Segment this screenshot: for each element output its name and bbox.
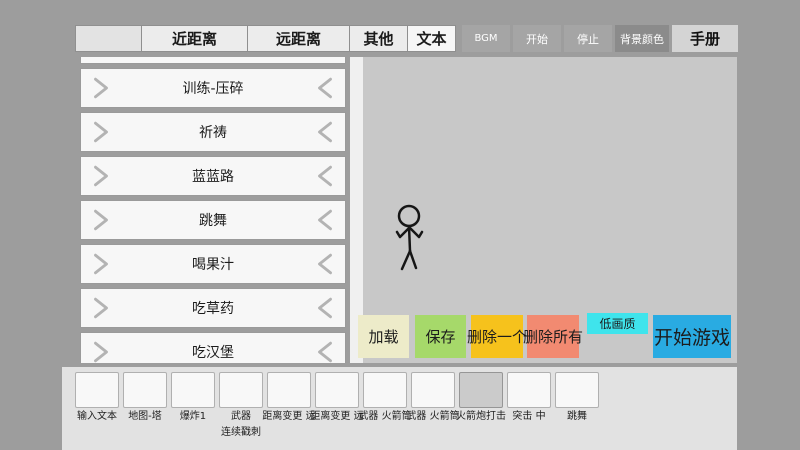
chevron-right-icon[interactable] bbox=[93, 121, 109, 143]
action-row[interactable]: 蓝蓝路 bbox=[80, 156, 346, 196]
chevron-left-icon[interactable] bbox=[317, 253, 333, 275]
delete-one-button[interactable]: 删除一个 bbox=[471, 315, 523, 358]
timeline-item[interactable]: 武器 火箭筒 bbox=[363, 372, 407, 439]
low-quality-button[interactable]: 低画质 bbox=[587, 313, 648, 334]
action-list-panel: 训练-压碎 祈祷 蓝蓝路 跳舞 喝果汁 bbox=[80, 57, 363, 363]
timeline-item[interactable]: 距离变更 远 bbox=[267, 372, 311, 439]
timeline-label: 火箭炮打击 bbox=[456, 411, 506, 424]
timeline-label: 距离变更 远 bbox=[262, 411, 315, 424]
timeline-label: 爆炸1 bbox=[180, 411, 206, 424]
timeline-slot[interactable] bbox=[363, 372, 407, 408]
action-label: 祈祷 bbox=[109, 122, 317, 142]
chevron-left-icon[interactable] bbox=[317, 209, 333, 231]
timeline-item[interactable]: 地图-塔 bbox=[123, 372, 167, 439]
action-label: 蓝蓝路 bbox=[109, 166, 317, 186]
stop-button[interactable]: 停止 bbox=[564, 25, 612, 52]
chevron-right-icon[interactable] bbox=[93, 165, 109, 187]
action-label: 训练-压碎 bbox=[109, 78, 317, 98]
timeline-label: 连续戳刺 bbox=[221, 427, 261, 440]
timeline-slot[interactable] bbox=[507, 372, 551, 408]
timeline-label: 跳舞 bbox=[567, 411, 587, 424]
action-label: 吃草药 bbox=[109, 298, 317, 318]
timeline-item[interactable]: 输入文本 bbox=[75, 372, 119, 439]
chevron-left-icon[interactable] bbox=[317, 77, 333, 99]
timeline-slot[interactable] bbox=[555, 372, 599, 408]
action-row[interactable]: 训练-压碎 bbox=[80, 68, 346, 108]
timeline-slot[interactable] bbox=[123, 372, 167, 408]
chevron-left-icon[interactable] bbox=[317, 297, 333, 319]
timeline-slot[interactable] bbox=[411, 372, 455, 408]
tab-ranged[interactable]: 远距离 bbox=[247, 25, 350, 52]
timeline-items: 输入文本 地图-塔 爆炸1 武器 连续戳刺 距离变更 远 距离变 bbox=[75, 372, 599, 439]
tab-text[interactable]: 文本 bbox=[407, 25, 456, 52]
delete-all-button[interactable]: 删除所有 bbox=[527, 315, 579, 358]
action-row[interactable]: 吃汉堡 bbox=[80, 332, 346, 363]
timeline-slot[interactable] bbox=[171, 372, 215, 408]
timeline-label: 武器 火箭筒 bbox=[406, 411, 459, 424]
timeline-item[interactable]: 火箭炮打击 bbox=[459, 372, 503, 439]
timeline-strip: 输入文本 地图-塔 爆炸1 武器 连续戳刺 距离变更 远 距离变 bbox=[62, 367, 737, 450]
chevron-right-icon[interactable] bbox=[93, 297, 109, 319]
tab-other[interactable]: 其他 bbox=[349, 25, 408, 52]
bgm-button[interactable]: BGM bbox=[462, 25, 510, 52]
action-row[interactable]: 喝果汁 bbox=[80, 244, 346, 284]
timeline-label: 输入文本 bbox=[77, 411, 117, 424]
timeline-item[interactable]: 跳舞 bbox=[555, 372, 599, 439]
tab-melee[interactable]: 近距离 bbox=[141, 25, 248, 52]
stick-figure bbox=[389, 197, 431, 275]
timeline-item[interactable]: 突击 中 bbox=[507, 372, 551, 439]
timeline-item[interactable]: 距离变更 远 bbox=[315, 372, 359, 439]
screen: 近距离 远距离 其他 文本 BGM 开始 停止 背景颜色 手册 bbox=[0, 0, 800, 450]
timeline-label: 距离变更 远 bbox=[310, 411, 363, 424]
background-color-button[interactable]: 背景颜色 bbox=[615, 25, 669, 52]
chevron-right-icon[interactable] bbox=[93, 209, 109, 231]
timeline-slot[interactable] bbox=[315, 372, 359, 408]
action-row[interactable]: 祈祷 bbox=[80, 112, 346, 152]
timeline-item[interactable]: 武器 火箭筒 bbox=[411, 372, 455, 439]
timeline-label: 武器 bbox=[231, 411, 251, 424]
chevron-right-icon[interactable] bbox=[93, 77, 109, 99]
timeline-label: 地图-塔 bbox=[128, 411, 162, 424]
start-game-button[interactable]: 开始游戏 bbox=[653, 315, 731, 358]
action-row[interactable]: 跳舞 bbox=[80, 200, 346, 240]
tab-strip-lead bbox=[75, 25, 142, 52]
action-list: 训练-压碎 祈祷 蓝蓝路 跳舞 喝果汁 bbox=[80, 57, 346, 363]
action-row[interactable]: 吃草药 bbox=[80, 288, 346, 328]
chevron-left-icon[interactable] bbox=[317, 341, 333, 363]
action-row[interactable] bbox=[80, 57, 346, 64]
timeline-slot[interactable] bbox=[267, 372, 311, 408]
chevron-left-icon[interactable] bbox=[317, 121, 333, 143]
chevron-left-icon[interactable] bbox=[317, 165, 333, 187]
chevron-right-icon[interactable] bbox=[93, 253, 109, 275]
start-button[interactable]: 开始 bbox=[513, 25, 561, 52]
action-label: 吃汉堡 bbox=[109, 342, 317, 362]
timeline-item[interactable]: 武器 连续戳刺 bbox=[219, 372, 263, 439]
timeline-item[interactable]: 爆炸1 bbox=[171, 372, 215, 439]
action-label: 跳舞 bbox=[109, 210, 317, 230]
timeline-slot-selected[interactable] bbox=[459, 372, 503, 408]
load-button[interactable]: 加载 bbox=[358, 315, 409, 358]
timeline-label: 突击 中 bbox=[512, 411, 545, 424]
chevron-right-icon[interactable] bbox=[93, 341, 109, 363]
timeline-label: 武器 火箭筒 bbox=[358, 411, 411, 424]
timeline-slot[interactable] bbox=[219, 372, 263, 408]
manual-button[interactable]: 手册 bbox=[672, 25, 738, 52]
timeline-slot[interactable] bbox=[75, 372, 119, 408]
save-button[interactable]: 保存 bbox=[415, 315, 466, 358]
action-label: 喝果汁 bbox=[109, 254, 317, 274]
